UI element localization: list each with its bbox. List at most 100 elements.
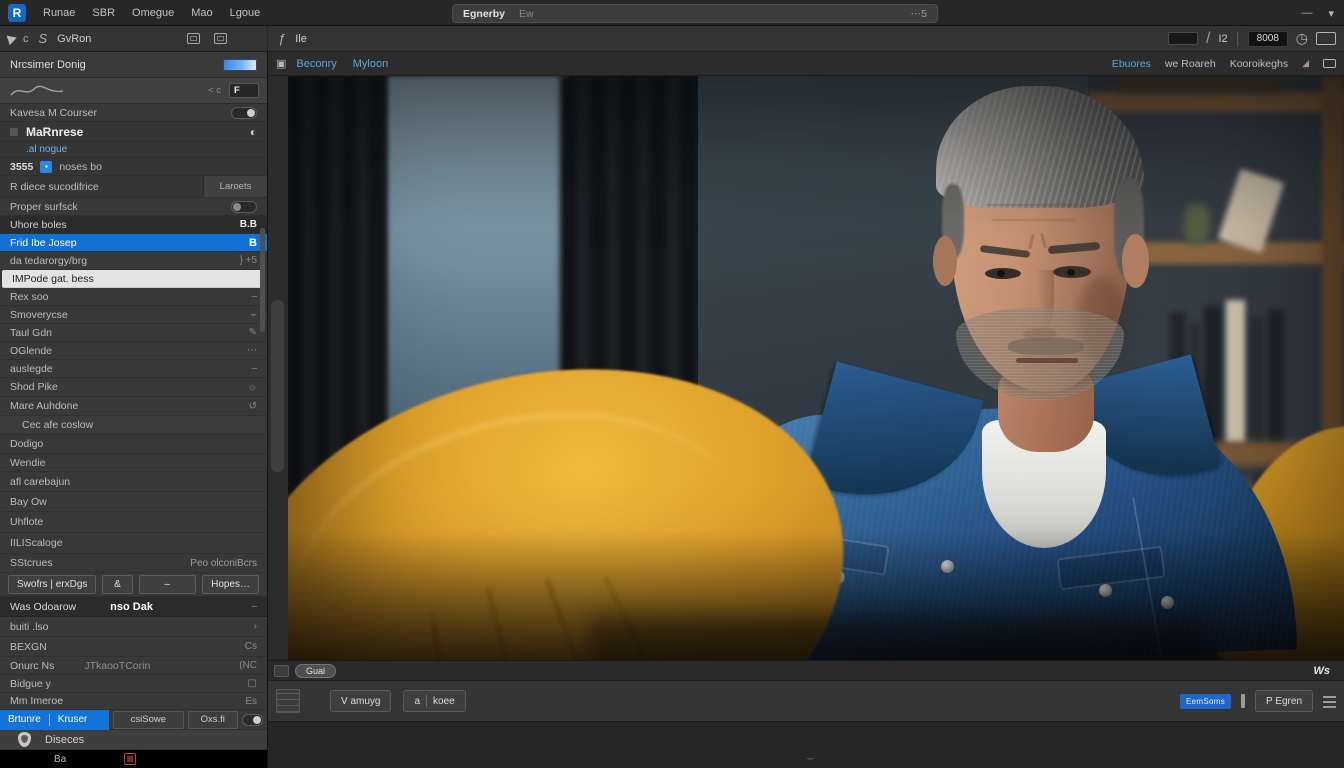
pointer-tool-icon[interactable] (6, 32, 19, 45)
filter-button-3[interactable]: Hopes… (202, 575, 259, 594)
sidebar-row[interactable]: auslegde – (0, 360, 267, 378)
display-icon[interactable] (1316, 32, 1336, 45)
sidebar-row[interactable]: da tedarorgy/brg } +5 (0, 252, 267, 270)
command-search-bar[interactable]: Egnerby Ew ⋯5 (452, 4, 938, 23)
sidebar-row[interactable]: Mare Auhdone ↺ (0, 397, 267, 416)
info-icon[interactable]: ▪ (40, 160, 53, 173)
sidebar-row-count[interactable]: 3555 ▪ noses bo (0, 158, 267, 176)
sidebar-row[interactable]: OGlende ⋯ (0, 342, 267, 360)
sidebar-row[interactable]: Smoverycse ⌣ (0, 306, 267, 324)
panel-icon[interactable]: ▣ (276, 57, 286, 70)
panel-toggle-icon[interactable] (276, 689, 300, 713)
frame-counter[interactable]: 8008 (1247, 30, 1288, 47)
crescent-tool-icon[interactable]: c (23, 33, 29, 45)
tab-1[interactable]: Myloon (353, 58, 388, 70)
menu-item-4[interactable]: Lgoue (230, 7, 261, 19)
timeline-icon[interactable] (274, 664, 289, 677)
sidebar-row[interactable]: Onurc Ns JTkaooTCorin (NC (0, 657, 267, 675)
pen-tool-icon[interactable]: ƒ (278, 31, 285, 46)
checkbox-icon[interactable]: ▢ (248, 678, 257, 689)
file-label[interactable]: Ile (295, 33, 307, 45)
clock-icon[interactable]: ◷ (1296, 30, 1308, 47)
sidebar-row[interactable]: BEXGN Cs (0, 637, 267, 657)
canvas-scrollbar[interactable] (271, 300, 284, 472)
sidebar-row-indent[interactable]: Cec afe coslow (0, 416, 267, 435)
flag-badge[interactable]: F (229, 83, 259, 98)
sidebar-scrollbar[interactable] (260, 228, 265, 332)
filter-button-1[interactable]: & (102, 575, 133, 594)
star-icon[interactable]: ☼ (248, 382, 257, 393)
sidebar-row[interactable]: SStcrues Peo olconiBcrs (0, 554, 267, 573)
chevron-right-icon[interactable]: › (254, 621, 257, 632)
list-icon[interactable] (1323, 694, 1336, 708)
menu-item-3[interactable]: Mao (191, 7, 212, 19)
menu-item-1[interactable]: SBR (92, 7, 115, 19)
export-button[interactable]: P Egren (1255, 690, 1313, 712)
split-left-cell[interactable]: R diece sucodifrice (0, 176, 203, 197)
sidebar-row[interactable]: Bidgue y ▢ (0, 675, 267, 693)
ratio-label[interactable]: I2 (1218, 33, 1227, 45)
sidebar-row[interactable]: Mm Imeroe Es (0, 693, 267, 710)
zoom-tool-button[interactable]: a koee (403, 690, 466, 712)
status-badge[interactable]: EemSoms (1180, 693, 1232, 709)
sync-label[interactable]: GvRon (57, 33, 91, 45)
photo[interactable] (288, 76, 1344, 660)
toggle-switch[interactable] (231, 106, 257, 119)
color-swatch[interactable] (1167, 32, 1198, 45)
menu-item-2[interactable]: Omegue (132, 7, 174, 19)
secondary-button[interactable]: csiSowe (112, 710, 184, 729)
filter-button-2[interactable]: – (138, 575, 197, 594)
frame-icon[interactable] (187, 33, 201, 44)
sidebar-row-selected[interactable]: Frid Ibe Josep B (0, 234, 267, 252)
curve-tool-icon[interactable]: S (39, 31, 48, 46)
sidebar-row[interactable]: Taul Gdn ✎ (0, 324, 267, 342)
app-logo[interactable]: R (8, 3, 26, 22)
sidebar-row[interactable]: Dodigo (0, 435, 267, 454)
sidebar-row-dark[interactable]: Uhore boles B.B (0, 216, 267, 234)
layout-icon[interactable] (1323, 59, 1336, 68)
toolbar-left-group: c S GvRon (0, 26, 268, 51)
sidebar-row[interactable]: IILIScaloge (0, 533, 267, 554)
footer-toggle[interactable] (241, 713, 263, 726)
sidebar-row-highlight[interactable]: IMPode gat. bess (2, 270, 265, 288)
primary-action-button[interactable]: Brtunre Kruser (0, 709, 109, 730)
filter-button-0[interactable]: Swofrs | erxDgs (8, 575, 97, 594)
adjust-icon[interactable]: ◢ (1302, 58, 1309, 69)
link-1[interactable]: we Roareh (1165, 58, 1216, 70)
view-mode-button[interactable]: V amuyg (330, 690, 392, 712)
half-circle-icon[interactable]: ◐ (250, 125, 257, 139)
pencil-icon[interactable]: ✎ (249, 327, 257, 338)
reset-icon[interactable]: ↺ (249, 401, 257, 412)
sidebar-row[interactable]: buiti .lso › (0, 617, 267, 637)
sidebar-row[interactable]: Bay Ow (0, 492, 267, 512)
sidebar-row-link[interactable]: .al nogue (0, 142, 267, 158)
link-0[interactable]: Ebuores (1112, 58, 1151, 70)
tertiary-button[interactable]: Oxs.fi (187, 710, 238, 729)
sidebar-row[interactable]: Wendie (0, 454, 267, 472)
grid-icon[interactable] (214, 33, 228, 44)
sidebar-row-section[interactable]: Kavesa M Courser (0, 104, 267, 122)
section-header[interactable]: Was Odoarow nso Dak – (0, 597, 267, 617)
tab-0[interactable]: Beconry (296, 58, 336, 70)
sidebar-row[interactable]: Uhflote (0, 512, 267, 533)
link-2[interactable]: Kooroikeghs (1230, 58, 1288, 70)
window-menu-caret[interactable]: ▾ (1328, 7, 1334, 20)
minimize-button[interactable]: — (1301, 7, 1312, 19)
privacy-row[interactable]: Diseces (0, 730, 267, 750)
strip-button[interactable]: Gual (295, 663, 337, 678)
histogram-thumbnail[interactable] (223, 58, 257, 71)
record-icon[interactable] (124, 753, 137, 765)
curve-search-box[interactable]: < c F (0, 78, 267, 104)
menu-item-0[interactable]: Runae (43, 7, 75, 19)
sidebar-row[interactable]: Shod Pike ☼ (0, 378, 267, 397)
targets-button[interactable]: Laroets (203, 176, 267, 197)
sidebar-row-toggle[interactable]: Proper surfsck (0, 198, 267, 216)
jacket-button (1099, 584, 1112, 597)
sidebar-row[interactable]: Rex soo – (0, 288, 267, 306)
sidebar-row-masking[interactable]: MaRnrese ◐ (0, 122, 267, 142)
strip-right-label[interactable]: Ws (1314, 665, 1339, 677)
command-options-icon[interactable]: ⋯5 (911, 8, 927, 20)
toggle-switch[interactable] (231, 200, 257, 213)
sidebar-row[interactable]: afl carebajun (0, 472, 267, 492)
collapse-icon[interactable]: – (251, 601, 257, 612)
